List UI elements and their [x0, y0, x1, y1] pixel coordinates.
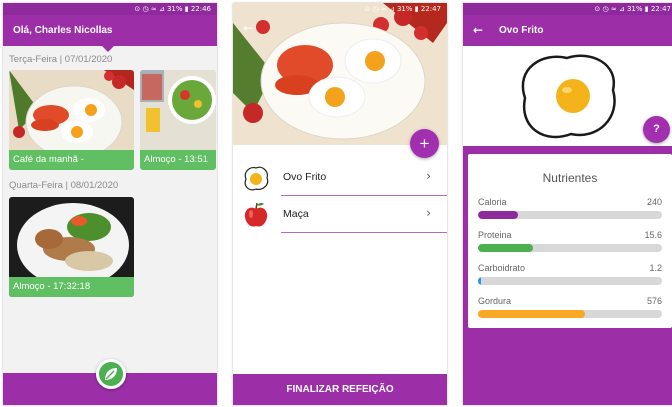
food-item-apple[interactable]: Maça › — [233, 196, 447, 233]
food-image-area — [463, 46, 672, 158]
nutrient-value: 240 — [646, 197, 662, 207]
nutrient-carbs: Carboidrato 1.2 — [478, 262, 662, 295]
leaf-icon — [105, 368, 117, 380]
nutrient-value: 1.2 — [649, 263, 662, 273]
nutrients-card: Nutrientes Caloria 240 Proteina 15.6 Car… — [468, 154, 672, 328]
screen-new-meal: ⊙ ◷ ≈ ⊿ 31% ▮ 22:47 ← + Ovo Frito › Maça… — [233, 3, 447, 405]
nutrient-value: 576 — [646, 296, 662, 306]
fried-egg-image — [521, 54, 616, 139]
nutrient-bar — [478, 211, 662, 219]
nutrient-bar — [478, 310, 662, 318]
greeting-title: Olá, Charles Nicollas — [13, 25, 113, 36]
meal-card-breakfast[interactable]: Café da manhã - — [9, 70, 134, 170]
nutrients-title: Nutrientes — [542, 171, 598, 185]
meal-row: Almoço - 17:32:18 — [3, 197, 217, 297]
meal-caption: Almoço - 17:32:18 — [9, 277, 134, 297]
apple-icon — [244, 202, 268, 227]
screen-food-detail: ⊙ ◷ ≈ ⊿ 31% ▮ 22:47 ← Ovo Frito ? Nutrie… — [463, 3, 672, 405]
nutrient-bar-fill — [478, 310, 585, 318]
help-button[interactable]: ? — [643, 116, 670, 143]
meal-caption: Café da manhã - — [9, 150, 134, 170]
nutrient-bar-fill — [478, 211, 519, 219]
nutrient-bar-fill — [478, 244, 534, 252]
nutrient-protein: Proteina 15.6 — [478, 229, 662, 262]
food-item-name: Maça — [283, 208, 309, 220]
meal-caption: Almoço - 13:51 — [140, 150, 216, 170]
nutrient-bar-fill — [478, 277, 481, 285]
app-bar: ← Ovo Frito — [463, 15, 672, 46]
meal-card-lunch[interactable]: Almoço - 17:32:18 — [9, 197, 134, 297]
meal-row: Café da manhã - Almoço - 13:51 — [3, 70, 217, 170]
food-item-fried-egg[interactable]: Ovo Frito › — [233, 159, 447, 196]
food-title: Ovo Frito — [499, 25, 544, 36]
add-meal-button[interactable] — [96, 359, 126, 389]
chevron-right-icon: › — [426, 206, 431, 220]
app-bar: Olá, Charles Nicollas — [3, 15, 217, 52]
nutrient-fat: Gordura 576 — [478, 295, 662, 328]
back-icon[interactable]: ← — [243, 21, 253, 35]
divider — [281, 232, 447, 233]
screen-meal-history: ⊙ ◷ ≈ ⊿ 31% ▮ 22:46 Olá, Charles Nicolla… — [3, 3, 217, 405]
nutrient-calories: Caloria 240 — [478, 196, 662, 229]
meal-hero-photo — [233, 3, 447, 145]
meal-card-lunch[interactable]: Almoço - 13:51 — [140, 70, 216, 170]
food-item-name: Ovo Frito — [283, 171, 327, 183]
nutrient-bar — [478, 277, 662, 285]
nutrient-name: Proteina — [478, 230, 512, 240]
add-food-button[interactable]: + — [410, 129, 439, 158]
status-bar: ⊙ ◷ ≈ ⊿ 31% ▮ 22:46 — [3, 3, 217, 15]
meal-hero-image: ⊙ ◷ ≈ ⊿ 31% ▮ 22:47 ← — [233, 3, 447, 145]
nutrient-name: Caloria — [478, 197, 507, 207]
status-bar: ⊙ ◷ ≈ ⊿ 31% ▮ 22:47 — [364, 5, 441, 13]
nutrient-bar — [478, 244, 662, 252]
back-icon[interactable]: ← — [473, 15, 483, 46]
nutrient-name: Gordura — [478, 296, 512, 306]
fried-egg-icon — [244, 166, 269, 191]
status-bar: ⊙ ◷ ≈ ⊿ 31% ▮ 22:47 — [463, 3, 672, 15]
nutrient-name: Carboidrato — [478, 263, 526, 273]
day-label: Quarta-Feira | 08/01/2020 — [9, 180, 119, 191]
app-bar-notch — [101, 45, 115, 52]
chevron-right-icon: › — [426, 169, 431, 183]
finalize-meal-button[interactable]: FINALIZAR REFEIÇÃO — [233, 374, 447, 405]
nutrient-value: 15.6 — [644, 230, 662, 240]
